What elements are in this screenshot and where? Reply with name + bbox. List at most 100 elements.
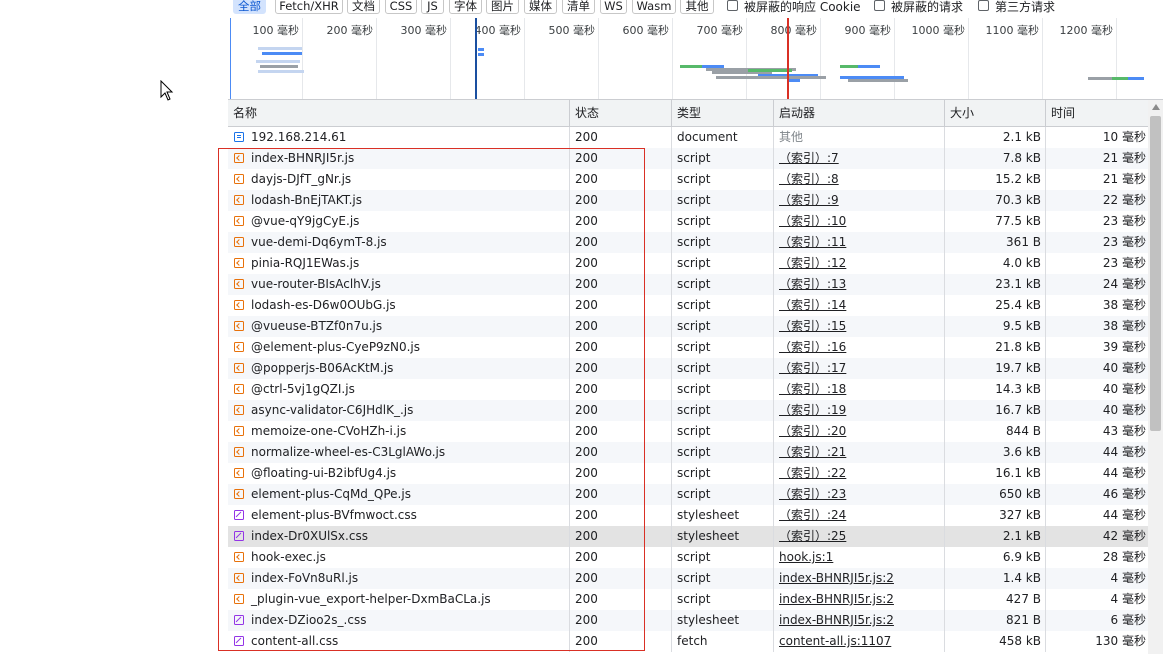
- initiator-link[interactable]: （索引）:9: [779, 193, 839, 207]
- table-row[interactable]: @vueuse-BTZf0n7u.js 200 script （索引）:15 9.5 k…: [228, 316, 1148, 337]
- name-cell[interactable]: vue-demi-Dq6ymT-8.js: [228, 232, 569, 253]
- table-row[interactable]: element-plus-BVfmwoct.css 200 stylesheet （索…: [228, 505, 1148, 526]
- filter-chip-6[interactable]: 图片: [486, 0, 519, 14]
- initiator-link[interactable]: （索引）:21: [779, 445, 846, 459]
- table-row[interactable]: @vue-qY9jgCyE.js 200 script （索引）:10 77.5 kB 2…: [228, 211, 1148, 232]
- name-cell[interactable]: 192.168.214.61: [228, 127, 569, 148]
- table-row[interactable]: async-validator-C6JHdlK_.js 200 script （索引）…: [228, 400, 1148, 421]
- name-cell[interactable]: hook-exec.js: [228, 547, 569, 568]
- name-cell[interactable]: async-validator-C6JHdlK_.js: [228, 400, 569, 421]
- filter-chip-3[interactable]: CSS: [385, 0, 417, 14]
- name-cell[interactable]: content-all.css: [228, 631, 569, 652]
- filter-chip-2[interactable]: 文档: [347, 0, 380, 14]
- table-row[interactable]: @ctrl-5vj1gQZI.js 200 script （索引）:18 14.3 kB…: [228, 379, 1148, 400]
- name-cell[interactable]: @vueuse-BTZf0n7u.js: [228, 316, 569, 337]
- initiator-link[interactable]: hook.js:1: [779, 550, 833, 564]
- column-header-name[interactable]: 名称: [228, 100, 569, 126]
- initiator-link[interactable]: （索引）:23: [779, 487, 846, 501]
- initiator-link[interactable]: （索引）:19: [779, 403, 846, 417]
- table-row[interactable]: memoize-one-CVoHZh-i.js 200 script （索引）:20 8…: [228, 421, 1148, 442]
- third-party-requests-checkbox[interactable]: [978, 0, 989, 11]
- name-cell[interactable]: @element-plus-CyeP9zN0.js: [228, 337, 569, 358]
- name-cell[interactable]: pinia-RQJ1EWas.js: [228, 253, 569, 274]
- initiator-link[interactable]: （索引）:16: [779, 340, 846, 354]
- name-cell[interactable]: normalize-wheel-es-C3LglAWo.js: [228, 442, 569, 463]
- initiator-link[interactable]: （索引）:10: [779, 214, 846, 228]
- name-cell[interactable]: vue-router-BIsAclhV.js: [228, 274, 569, 295]
- column-header-size[interactable]: 大小: [944, 100, 1045, 126]
- name-cell[interactable]: @popperjs-B06AcKtM.js: [228, 358, 569, 379]
- table-row[interactable]: index-FoVn8uRl.js 200 script index-BHNRJI5r…: [228, 568, 1148, 589]
- initiator-link[interactable]: （索引）:15: [779, 319, 846, 333]
- blocked-requests-checkbox[interactable]: [874, 0, 885, 11]
- filter-chip-9[interactable]: WS: [600, 0, 627, 14]
- initiator-link[interactable]: index-BHNRJI5r.js:2: [779, 613, 894, 627]
- initiator-link[interactable]: （索引）:24: [779, 508, 846, 522]
- overview-gridline: [302, 18, 303, 99]
- initiator-link[interactable]: （索引）:8: [779, 172, 839, 186]
- initiator-link[interactable]: index-BHNRJI5r.js:2: [779, 592, 894, 606]
- table-row[interactable]: 192.168.214.61 200 document 其他 2.1 kB 10 毫秒: [228, 127, 1148, 148]
- filter-chip-7[interactable]: 媒体: [524, 0, 557, 14]
- filter-chip-11[interactable]: 其他: [680, 0, 714, 14]
- table-row[interactable]: @element-plus-CyeP9zN0.js 200 script （索引）:1…: [228, 337, 1148, 358]
- name-cell[interactable]: element-plus-CqMd_QPe.js: [228, 484, 569, 505]
- initiator-link[interactable]: （索引）:12: [779, 256, 846, 270]
- table-row[interactable]: _plugin-vue_export-helper-DxmBaCLa.js 200…: [228, 589, 1148, 610]
- initiator-link[interactable]: （索引）:7: [779, 151, 839, 165]
- filter-chip-8[interactable]: 清单: [562, 0, 595, 14]
- initiator-link[interactable]: （索引）:20: [779, 424, 846, 438]
- table-scrollbar[interactable]: [1148, 100, 1163, 654]
- table-row[interactable]: pinia-RQJ1EWas.js 200 script （索引）:12 4.0 kB 2…: [228, 253, 1148, 274]
- initiator-link[interactable]: （索引）:14: [779, 298, 846, 312]
- table-row[interactable]: dayjs-DJfT_gNr.js 200 script （索引）:8 15.2 kB 2…: [228, 169, 1148, 190]
- scrollbar-thumb[interactable]: [1150, 116, 1161, 431]
- initiator-link[interactable]: （索引）:25: [779, 529, 846, 543]
- table-row[interactable]: vue-demi-Dq6ymT-8.js 200 script （索引）:11 361 …: [228, 232, 1148, 253]
- name-cell[interactable]: @ctrl-5vj1gQZI.js: [228, 379, 569, 400]
- initiator-link[interactable]: content-all.js:1107: [779, 634, 891, 648]
- filter-chip-0[interactable]: 全部: [233, 0, 266, 14]
- table-row[interactable]: hook-exec.js 200 script hook.js:1 6.9 kB 28 毫…: [228, 547, 1148, 568]
- filter-chip-5[interactable]: 字体: [449, 0, 482, 14]
- column-header-status[interactable]: 状态: [569, 100, 671, 126]
- table-row[interactable]: content-all.css 200 fetch content-all.js:11…: [228, 631, 1148, 652]
- name-cell[interactable]: _plugin-vue_export-helper-DxmBaCLa.js: [228, 589, 569, 610]
- table-row[interactable]: element-plus-CqMd_QPe.js 200 script （索引）:23…: [228, 484, 1148, 505]
- name-cell[interactable]: index-BHNRJI5r.js: [228, 148, 569, 169]
- initiator-link[interactable]: （索引）:13: [779, 277, 846, 291]
- initiator-link[interactable]: （索引）:17: [779, 361, 846, 375]
- initiator-link[interactable]: index-BHNRJI5r.js:2: [779, 571, 894, 585]
- name-cell[interactable]: lodash-es-D6w0OUbG.js: [228, 295, 569, 316]
- initiator-link[interactable]: （索引）:18: [779, 382, 846, 396]
- table-row[interactable]: normalize-wheel-es-C3LglAWo.js 200 script （…: [228, 442, 1148, 463]
- table-row[interactable]: @floating-ui-B2ibfUg4.js 200 script （索引）:22…: [228, 463, 1148, 484]
- blocked-response-cookies-checkbox[interactable]: [727, 0, 738, 11]
- table-row[interactable]: lodash-es-D6w0OUbG.js 200 script （索引）:14 25.…: [228, 295, 1148, 316]
- initiator-link[interactable]: （索引）:22: [779, 466, 846, 480]
- name-cell[interactable]: index-FoVn8uRl.js: [228, 568, 569, 589]
- table-row[interactable]: index-BHNRJI5r.js 200 script （索引）:7 7.8 kB 21…: [228, 148, 1148, 169]
- table-row[interactable]: lodash-BnEjTAKT.js 200 script （索引）:9 70.3 kB…: [228, 190, 1148, 211]
- name-cell[interactable]: element-plus-BVfmwoct.css: [228, 505, 569, 526]
- name-cell[interactable]: memoize-one-CVoHZh-i.js: [228, 421, 569, 442]
- table-row[interactable]: index-Dr0XUlSx.css 200 stylesheet （索引）:25 2.…: [228, 526, 1148, 547]
- name-cell[interactable]: @vue-qY9jgCyE.js: [228, 211, 569, 232]
- column-header-initiator[interactable]: 启动器: [773, 100, 944, 126]
- table-row[interactable]: index-DZioo2s_.css 200 stylesheet index-BHN…: [228, 610, 1148, 631]
- filter-chip-4[interactable]: JS: [421, 0, 444, 14]
- name-cell[interactable]: @floating-ui-B2ibfUg4.js: [228, 463, 569, 484]
- column-header-time[interactable]: 时间: [1045, 100, 1148, 126]
- initiator-link[interactable]: （索引）:11: [779, 235, 846, 249]
- name-cell[interactable]: dayjs-DJfT_gNr.js: [228, 169, 569, 190]
- filter-chip-10[interactable]: Wasm: [632, 0, 676, 14]
- scroll-up-arrow-icon[interactable]: [1152, 104, 1160, 110]
- table-row[interactable]: vue-router-BIsAclhV.js 200 script （索引）:13 23…: [228, 274, 1148, 295]
- column-header-type[interactable]: 类型: [671, 100, 773, 126]
- name-cell[interactable]: index-DZioo2s_.css: [228, 610, 569, 631]
- name-cell[interactable]: lodash-BnEjTAKT.js: [228, 190, 569, 211]
- table-row[interactable]: @popperjs-B06AcKtM.js 200 script （索引）:17 19.…: [228, 358, 1148, 379]
- name-cell[interactable]: index-Dr0XUlSx.css: [228, 526, 569, 547]
- network-overview-timeline[interactable]: 100 毫秒 200 毫秒 300 毫秒 400 毫秒 500 毫秒 600 毫秒 700 …: [228, 18, 1163, 100]
- filter-chip-1[interactable]: Fetch/XHR: [275, 0, 343, 14]
